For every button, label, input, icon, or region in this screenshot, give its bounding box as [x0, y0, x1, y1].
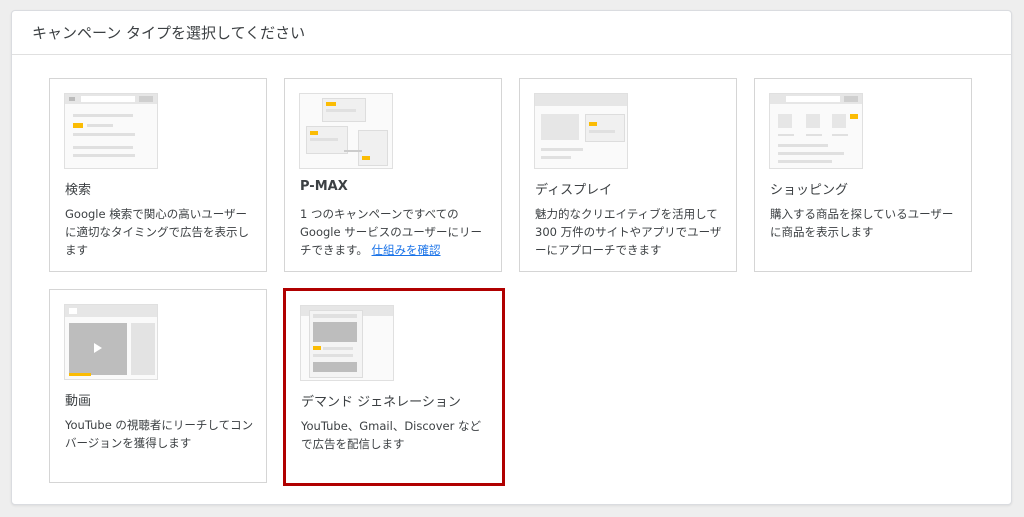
card-title: ディスプレイ [535, 183, 613, 198]
card-demand-gen[interactable]: デマンド ジェネレーション YouTube、Gmail、Discover などで… [283, 288, 505, 486]
demand-gen-thumbnail-icon [300, 305, 394, 381]
card-pmax[interactable]: P-MAX 1 つのキャンペーンですべての Google サービスのユーザーにリ… [284, 78, 502, 272]
card-description: 購入する商品を探しているユーザーに商品を表示します [770, 207, 954, 239]
card-description: 魅力的なクリエイティブを活用して 300 万件のサイトやアプリでユーザーにアプロ… [535, 207, 722, 257]
page-title: キャンペーン タイプを選択してください [32, 24, 306, 42]
card-title: P-MAX [300, 179, 348, 194]
campaign-type-panel: キャンペーン タイプを選択してください 検索 Google 検索で関心の高いユー… [11, 10, 1012, 505]
card-title: ショッピング [770, 183, 849, 198]
video-thumbnail-icon [64, 304, 158, 380]
card-title: デマンド ジェネレーション [301, 395, 461, 410]
shopping-thumbnail-icon [769, 93, 863, 169]
card-video[interactable]: 動画 YouTube の視聴者にリーチしてコンバージョンを獲得します [49, 289, 267, 483]
card-display[interactable]: ディスプレイ 魅力的なクリエイティブを活用して 300 万件のサイトやアプリでユ… [519, 78, 737, 272]
pmax-thumbnail-icon [299, 93, 393, 169]
card-title: 動画 [65, 394, 92, 409]
search-ad-thumbnail-icon [64, 93, 158, 169]
display-thumbnail-icon [534, 93, 628, 169]
card-description: YouTube の視聴者にリーチしてコンバージョンを獲得します [65, 418, 254, 450]
card-description: 1 つのキャンペーンですべての Google サービスのユーザーにリーチできます… [300, 207, 482, 257]
card-search[interactable]: 検索 Google 検索で関心の高いユーザーに適切なタイミングで広告を表示します [49, 78, 267, 272]
learn-more-link[interactable]: 仕組みを確認 [372, 243, 441, 257]
card-title: 検索 [65, 183, 92, 198]
card-shopping[interactable]: ショッピング 購入する商品を探しているユーザーに商品を表示します [754, 78, 972, 272]
card-description: YouTube、Gmail、Discover などで広告を配信します [301, 419, 481, 451]
panel-header: キャンペーン タイプを選択してください [12, 11, 1011, 55]
card-description: Google 検索で関心の高いユーザーに適切なタイミングで広告を表示します [65, 207, 249, 257]
